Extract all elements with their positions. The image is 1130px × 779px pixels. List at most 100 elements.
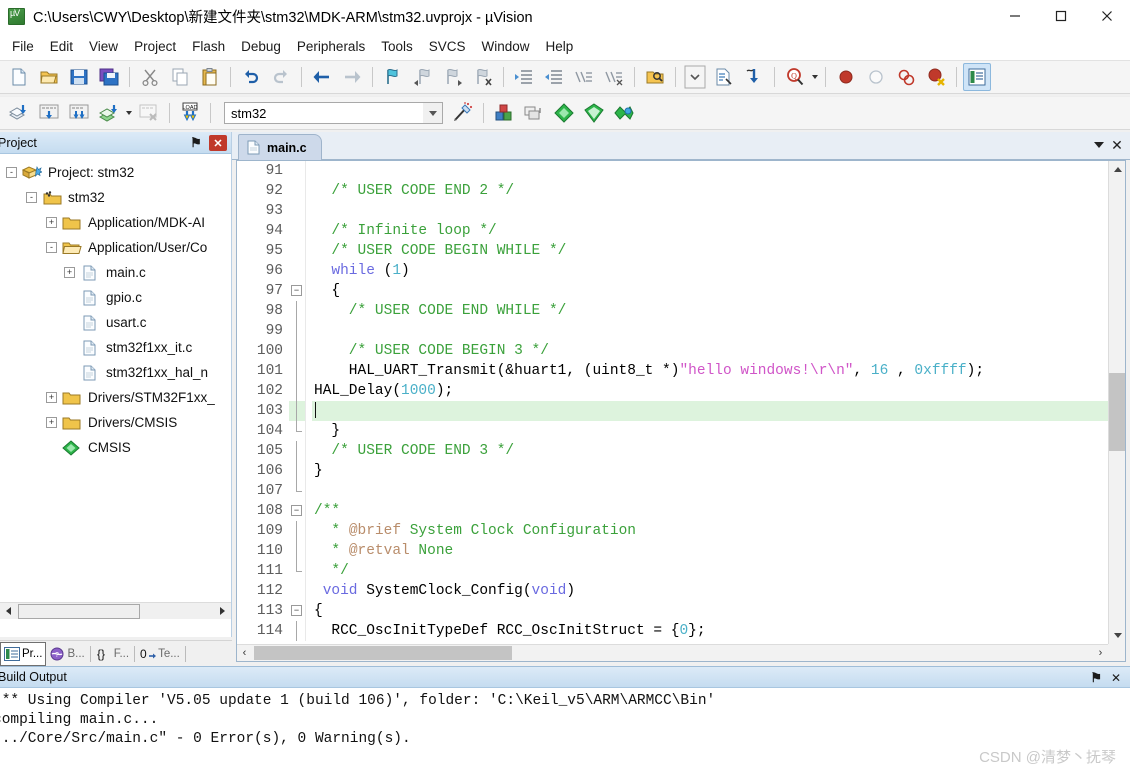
- code-line[interactable]: 111 */: [237, 561, 1108, 581]
- navigate-forward-icon[interactable]: [338, 63, 366, 91]
- goto-icon[interactable]: [740, 63, 768, 91]
- code-line[interactable]: 107: [237, 481, 1108, 501]
- code-line[interactable]: 110 * @retval None: [237, 541, 1108, 561]
- rebuild-icon[interactable]: [65, 99, 93, 127]
- fold-toggle-icon[interactable]: −: [291, 505, 302, 516]
- fold-column[interactable]: −: [289, 501, 305, 521]
- panel-tab-templates[interactable]: 0 Te...: [137, 642, 183, 666]
- find-in-files-icon[interactable]: [641, 63, 669, 91]
- tree-item-main-c[interactable]: + main.c: [0, 260, 231, 285]
- outdent-icon[interactable]: [540, 63, 568, 91]
- menu-debug[interactable]: Debug: [233, 35, 289, 58]
- manage-components-icon[interactable]: [490, 99, 518, 127]
- code-line[interactable]: 98 /* USER CODE END WHILE */: [237, 301, 1108, 321]
- tree-item-usart-c[interactable]: usart.c: [0, 310, 231, 335]
- redo-icon[interactable]: [267, 63, 295, 91]
- menu-flash[interactable]: Flash: [184, 35, 233, 58]
- zoom-find-icon[interactable]: Q: [781, 63, 809, 91]
- scroll-thumb[interactable]: [1109, 373, 1125, 451]
- editor-tab-main-c[interactable]: main.c: [238, 134, 322, 160]
- code-line[interactable]: 94 /* Infinite loop */: [237, 221, 1108, 241]
- code-line[interactable]: 96 while (1): [237, 261, 1108, 281]
- code-line[interactable]: 97− {: [237, 281, 1108, 301]
- download-icon[interactable]: LOAD: [176, 99, 204, 127]
- paste-icon[interactable]: [196, 63, 224, 91]
- scroll-thumb[interactable]: [18, 603, 140, 619]
- breakpoint-kill-all-icon[interactable]: [922, 63, 950, 91]
- pack-installer-icon[interactable]: [550, 99, 578, 127]
- tab-list-dropdown-icon[interactable]: [1090, 136, 1108, 154]
- tree-expander[interactable]: +: [46, 217, 57, 228]
- tree-item-gpio-c[interactable]: gpio.c: [0, 285, 231, 310]
- fold-column[interactable]: −: [289, 601, 305, 621]
- tree-item-drivers-cmsis[interactable]: + Drivers/CMSIS: [0, 410, 231, 435]
- comment-icon[interactable]: [570, 63, 598, 91]
- code-line[interactable]: 109 * @brief System Clock Configuration: [237, 521, 1108, 541]
- save-all-icon[interactable]: [95, 63, 123, 91]
- tree-item-application-mdk-arm[interactable]: + Application/MDK-AI: [0, 210, 231, 235]
- project-window-icon[interactable]: [963, 63, 991, 91]
- bookmark-prev-icon[interactable]: [409, 63, 437, 91]
- code-line[interactable]: 100 /* USER CODE BEGIN 3 */: [237, 341, 1108, 361]
- tree-expander[interactable]: +: [46, 392, 57, 403]
- target-options-icon[interactable]: [449, 99, 477, 127]
- code-line[interactable]: 92 /* USER CODE END 2 */: [237, 181, 1108, 201]
- close-button[interactable]: [1084, 0, 1130, 32]
- code-line[interactable]: 108− /**: [237, 501, 1108, 521]
- menu-project[interactable]: Project: [126, 35, 184, 58]
- scroll-left-icon[interactable]: ‹: [237, 646, 252, 661]
- run-filter-icon[interactable]: [580, 99, 608, 127]
- tree-expander[interactable]: -: [46, 242, 57, 253]
- code-line[interactable]: 102 HAL_Delay(1000);: [237, 381, 1108, 401]
- code-line[interactable]: 103: [237, 401, 1108, 421]
- editor-close-icon[interactable]: ✕: [1108, 136, 1126, 154]
- translate-icon[interactable]: [5, 99, 33, 127]
- pin-icon[interactable]: ⚑: [1090, 670, 1102, 686]
- breakpoint-icon[interactable]: [832, 63, 860, 91]
- tree-expander[interactable]: -: [26, 192, 37, 203]
- minimize-button[interactable]: [992, 0, 1038, 32]
- menu-view[interactable]: View: [81, 35, 126, 58]
- code-line[interactable]: 93: [237, 201, 1108, 221]
- target-combobox[interactable]: stm32: [224, 102, 424, 124]
- code-line[interactable]: 95 /* USER CODE BEGIN WHILE */: [237, 241, 1108, 261]
- code-editor[interactable]: 91 92 /* USER CODE END 2 */93 94 /* Infini…: [236, 160, 1126, 662]
- tree-item-stm32[interactable]: - stm32: [0, 185, 231, 210]
- fold-toggle-icon[interactable]: −: [291, 285, 302, 296]
- menu-edit[interactable]: Edit: [42, 35, 81, 58]
- menu-window[interactable]: Window: [473, 35, 537, 58]
- zoom-find-dropdown-icon[interactable]: [810, 63, 820, 91]
- panel-tab-books[interactable]: ? B...: [46, 642, 87, 666]
- code-line[interactable]: 106}: [237, 461, 1108, 481]
- tree-item-stm32f1xx-hal-msp-c[interactable]: stm32f1xx_hal_n: [0, 360, 231, 385]
- menu-file[interactable]: File: [4, 35, 42, 58]
- tree-item-drivers-stm32f1xx-hal-driver[interactable]: + Drivers/STM32F1xx_: [0, 385, 231, 410]
- scroll-up-icon[interactable]: [1109, 161, 1126, 178]
- batch-build-dropdown-icon[interactable]: [124, 99, 134, 127]
- project-panel-close-icon[interactable]: ✕: [209, 135, 227, 151]
- menu-tools[interactable]: Tools: [373, 35, 421, 58]
- open-file-icon[interactable]: [35, 63, 63, 91]
- build-output-text[interactable]: *** Using Compiler 'V5.05 update 1 (buil…: [0, 688, 1130, 778]
- code-line[interactable]: 112 void SystemClock_Config(void): [237, 581, 1108, 601]
- tree-expander[interactable]: +: [64, 267, 75, 278]
- build-output-close-icon[interactable]: ✕: [1108, 670, 1124, 686]
- scroll-right-icon[interactable]: [214, 603, 231, 620]
- bookmark-clear-icon[interactable]: [469, 63, 497, 91]
- build-icon[interactable]: [35, 99, 63, 127]
- stop-build-icon[interactable]: [135, 99, 163, 127]
- panel-tab-project[interactable]: Pr...: [0, 641, 47, 666]
- code-vertical-scrollbar[interactable]: [1108, 161, 1125, 644]
- menu-peripherals[interactable]: Peripherals: [289, 35, 373, 58]
- code-line[interactable]: 114 RCC_OscInitTypeDef RCC_OscInitStruct…: [237, 621, 1108, 641]
- code-horizontal-scrollbar[interactable]: ‹ ›: [237, 644, 1108, 661]
- fold-column[interactable]: −: [289, 281, 305, 301]
- cut-icon[interactable]: [136, 63, 164, 91]
- undo-icon[interactable]: [237, 63, 265, 91]
- pin-icon[interactable]: ⚑: [189, 135, 203, 151]
- tree-item-project-stm32[interactable]: - Project: stm32: [0, 160, 231, 185]
- code-line[interactable]: 101 HAL_UART_Transmit(&huart1, (uint8_t …: [237, 361, 1108, 381]
- tree-expander[interactable]: +: [46, 417, 57, 428]
- multi-project-icon[interactable]: [520, 99, 548, 127]
- doc-properties-icon[interactable]: [710, 63, 738, 91]
